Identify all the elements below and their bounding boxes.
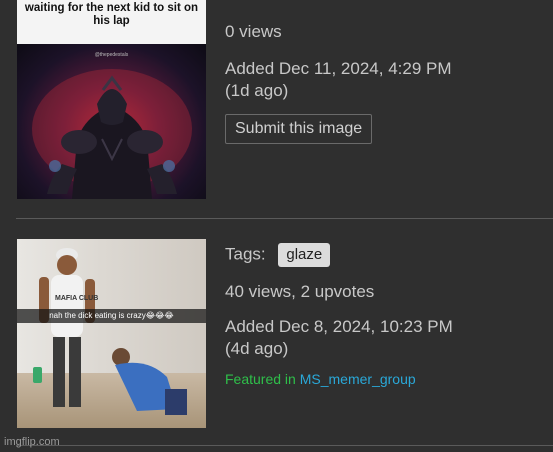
shirt-text: MAFIA CLUB xyxy=(55,295,99,302)
tag-glaze[interactable]: glaze xyxy=(278,243,331,267)
views-upvotes: 40 views, 2 upvotes xyxy=(225,282,375,301)
tags-label: Tags: xyxy=(225,244,266,264)
meme-watermark-1: @thepedestals xyxy=(94,52,129,58)
added-ago: (1d ago) xyxy=(225,81,289,100)
featured-label: Featured in xyxy=(225,371,296,387)
post-2-added: Added Dec 8, 2024, 10:23 PM (4d ago) xyxy=(225,316,453,360)
post-2-tags: Tags: glaze xyxy=(225,243,331,267)
meme-caption-2: nah the dick eating is crazy😂😂😂 xyxy=(17,309,206,323)
added-date: Added Dec 11, 2024, 4:29 PM xyxy=(225,59,452,78)
submit-image-button[interactable]: Submit this image xyxy=(225,114,373,144)
added-ago: (4d ago) xyxy=(225,339,289,358)
meme-post-2: nah the dick eating is crazy😂😂😂 MAFIA CL… xyxy=(0,219,553,439)
post-1-added: Added Dec 11, 2024, 4:29 PM (1d ago) xyxy=(225,58,452,102)
views-count: 0 views xyxy=(225,22,282,41)
meme-thumbnail-2[interactable]: nah the dick eating is crazy😂😂😂 MAFIA CL… xyxy=(17,239,206,428)
villain-figure-illustration xyxy=(32,69,192,199)
post-1-views: 0 views xyxy=(225,22,282,42)
meme-caption-1: waiting for the next kid to sit on his l… xyxy=(17,0,206,44)
meme-post-1: waiting for the next kid to sit on his l… xyxy=(0,0,553,218)
post-divider-bottom xyxy=(16,445,553,446)
meme-image-scene-1 xyxy=(17,44,206,199)
imgflip-watermark: imgflip.com xyxy=(4,436,60,448)
post-2-stats: 40 views, 2 upvotes xyxy=(225,282,374,302)
meme-thumbnail-1[interactable]: waiting for the next kid to sit on his l… xyxy=(17,0,206,199)
featured-group-link[interactable]: MS_memer_group xyxy=(300,371,416,387)
meme-people-illustration xyxy=(33,248,187,415)
featured-in: Featured in MS_memer_group xyxy=(225,371,416,387)
added-date: Added Dec 8, 2024, 10:23 PM xyxy=(225,317,453,336)
